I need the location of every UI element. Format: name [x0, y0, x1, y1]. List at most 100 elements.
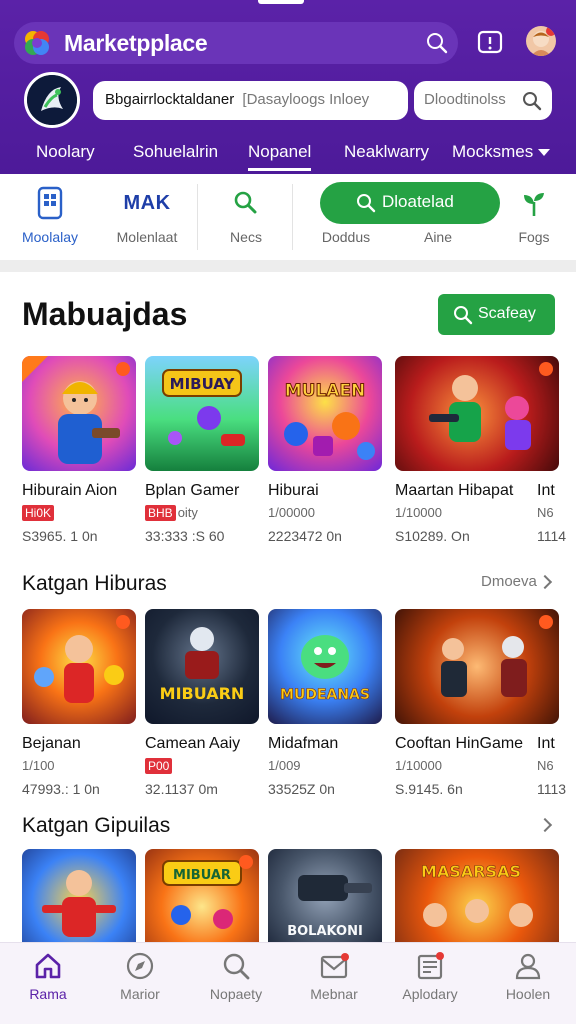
art-caption: MIBUAY: [170, 375, 236, 393]
app-header: Marketpplace Bbgairrlocktaldaner [Dasayl…: [0, 0, 576, 174]
street-fighters-artwork: [441, 636, 527, 697]
brawl-artwork: [429, 375, 531, 450]
card-subtitle: 1/10000: [395, 758, 442, 773]
see-more-link[interactable]: Dmoeva: [481, 573, 537, 590]
art-caption: MIBUARN: [160, 684, 245, 703]
category-moolalay[interactable]: Moolalay: [10, 174, 90, 260]
card-price: 33525Z 0n: [268, 781, 335, 797]
mail-icon: [320, 953, 349, 979]
arena-artwork: MULAEN: [284, 381, 375, 460]
tab-neaklwarry[interactable]: Neaklwarry: [344, 142, 429, 162]
badge-dot: [539, 362, 553, 376]
category-molenlaat[interactable]: MAK Molenlaat: [104, 174, 190, 260]
chevron-down-icon: [538, 149, 551, 157]
section-action-label: Scafeay: [478, 305, 536, 322]
tab-mocksmes-label: Mocksmes: [452, 142, 534, 161]
knight-artwork: MIBUARN: [160, 627, 245, 703]
nav-item-mail[interactable]: Mebnar: [286, 943, 382, 1024]
section-title: Katgan Hiburas: [22, 572, 167, 595]
profile-avatar[interactable]: [24, 72, 80, 128]
user-icon: [515, 953, 541, 980]
download-button-label: Dloatelad: [382, 192, 454, 211]
card-price: S3965. 1 0n: [22, 528, 98, 544]
notification-dot: [546, 26, 556, 36]
card-subtitle: N6: [537, 505, 554, 520]
game-thumbnail: [22, 609, 136, 724]
game-thumbnail: [22, 356, 136, 471]
alert-box-icon[interactable]: [476, 28, 504, 56]
search-icon[interactable]: [522, 91, 542, 111]
card-price: S10289. On: [395, 528, 470, 544]
nav-item-label: Mebnar: [310, 986, 358, 1002]
download-button[interactable]: Dloatelad: [320, 182, 500, 224]
category-doddus[interactable]: Doddus: [320, 229, 372, 245]
sale-badge: P00: [145, 758, 173, 774]
category-necs[interactable]: Necs: [206, 174, 286, 260]
main-search-input[interactable]: Bbgairrlocktaldaner [Dasayloogs Inloey: [93, 81, 408, 120]
sprout-icon: [524, 193, 544, 216]
search-input-value: Bbgairrlocktaldaner: [105, 91, 235, 108]
nav-item-search[interactable]: Nopaety: [188, 943, 284, 1024]
card-subtitle: 1/00000: [268, 505, 315, 520]
card-title: Camean Aaiy: [145, 735, 241, 752]
card-price: 32.1137 0m: [145, 781, 218, 797]
card-subtitle: BHB oity: [145, 505, 198, 521]
card-price: 1114: [537, 528, 567, 544]
nav-item-store[interactable]: Aplodary: [382, 943, 478, 1024]
section-action-button[interactable]: Scafeay: [438, 294, 555, 335]
game-thumbnail: MULAEN: [268, 356, 382, 471]
tab-mocksmes[interactable]: Mocksmes: [452, 142, 551, 162]
card-subtitle: 1/009: [268, 758, 301, 773]
card-subtitle: P00: [145, 758, 174, 774]
status-notch: [258, 0, 304, 4]
search-icon[interactable]: [426, 32, 448, 54]
card-price: 33:333 :S 60: [145, 528, 225, 544]
bottom-navigation: Rama Marior Nopaety Mebnar Aplodary Hool…: [0, 942, 576, 1024]
search-input-placeholder: [Dasayloogs Inloey: [242, 91, 370, 108]
game-thumbnail: MUDEANAS: [268, 609, 382, 724]
app-title-bar: Marketpplace: [14, 22, 458, 64]
divider: [292, 184, 293, 250]
chevron-right-icon[interactable]: [537, 817, 553, 833]
section-separator: [0, 260, 576, 272]
art-caption: BOLAKONI: [287, 924, 363, 939]
game-thumbnail: MIBUAY: [145, 356, 259, 471]
tab-sohuelalrin[interactable]: Sohuelalrin: [133, 142, 218, 162]
nav-item-home[interactable]: Rama: [0, 943, 96, 1024]
card-subtitle: Hi0K: [22, 505, 56, 521]
badge-dot: [539, 615, 553, 629]
section-title: Mabuajdas: [22, 296, 188, 332]
card-title: Hiburai: [268, 482, 319, 499]
category-label: Necs: [230, 229, 262, 245]
nav-item-label: Marior: [120, 986, 160, 1002]
game-thumbnail: [395, 609, 559, 724]
card-price: S.9145. 6n: [395, 781, 463, 797]
game-thumbnail: MIBUARN: [145, 609, 259, 724]
card-subtitle-text: oity: [177, 505, 198, 520]
app-title: Marketpplace: [64, 30, 208, 56]
store-icon: [417, 952, 444, 980]
section-title: Katgan Gipuilas: [22, 814, 171, 837]
category-label: Fogs: [518, 229, 550, 245]
sale-badge: Hi0K: [22, 505, 55, 521]
dragon-artwork: MUDEANAS: [280, 635, 370, 703]
top-nav-tabs: Noolary Sohuelalrin Nopanel Neaklwarry M…: [0, 138, 576, 174]
account-avatar[interactable]: [526, 26, 556, 56]
search-icon: [357, 194, 376, 213]
badge-dot: [116, 362, 130, 376]
card-price: 47993.: 1 0n: [22, 781, 100, 797]
card-title: Int: [537, 735, 555, 752]
card-subtitle: N6: [537, 758, 554, 773]
card-price: 2223472 0n: [268, 528, 342, 544]
card-price: 1113: [537, 781, 567, 797]
nav-item-profile[interactable]: Hoolen: [480, 943, 576, 1024]
nav-item-explore[interactable]: Marior: [92, 943, 188, 1024]
card-subtitle: 1/100: [22, 758, 55, 773]
chevron-right-icon[interactable]: [537, 574, 553, 590]
badge-dot: [239, 855, 253, 869]
tab-nopanel[interactable]: Nopanel: [248, 142, 312, 171]
secondary-search-input[interactable]: Dloodtinolss: [414, 81, 552, 120]
tab-noolary[interactable]: Noolary: [36, 142, 95, 162]
nav-item-label: Nopaety: [209, 986, 263, 1002]
category-fogs[interactable]: Fogs: [496, 174, 572, 260]
